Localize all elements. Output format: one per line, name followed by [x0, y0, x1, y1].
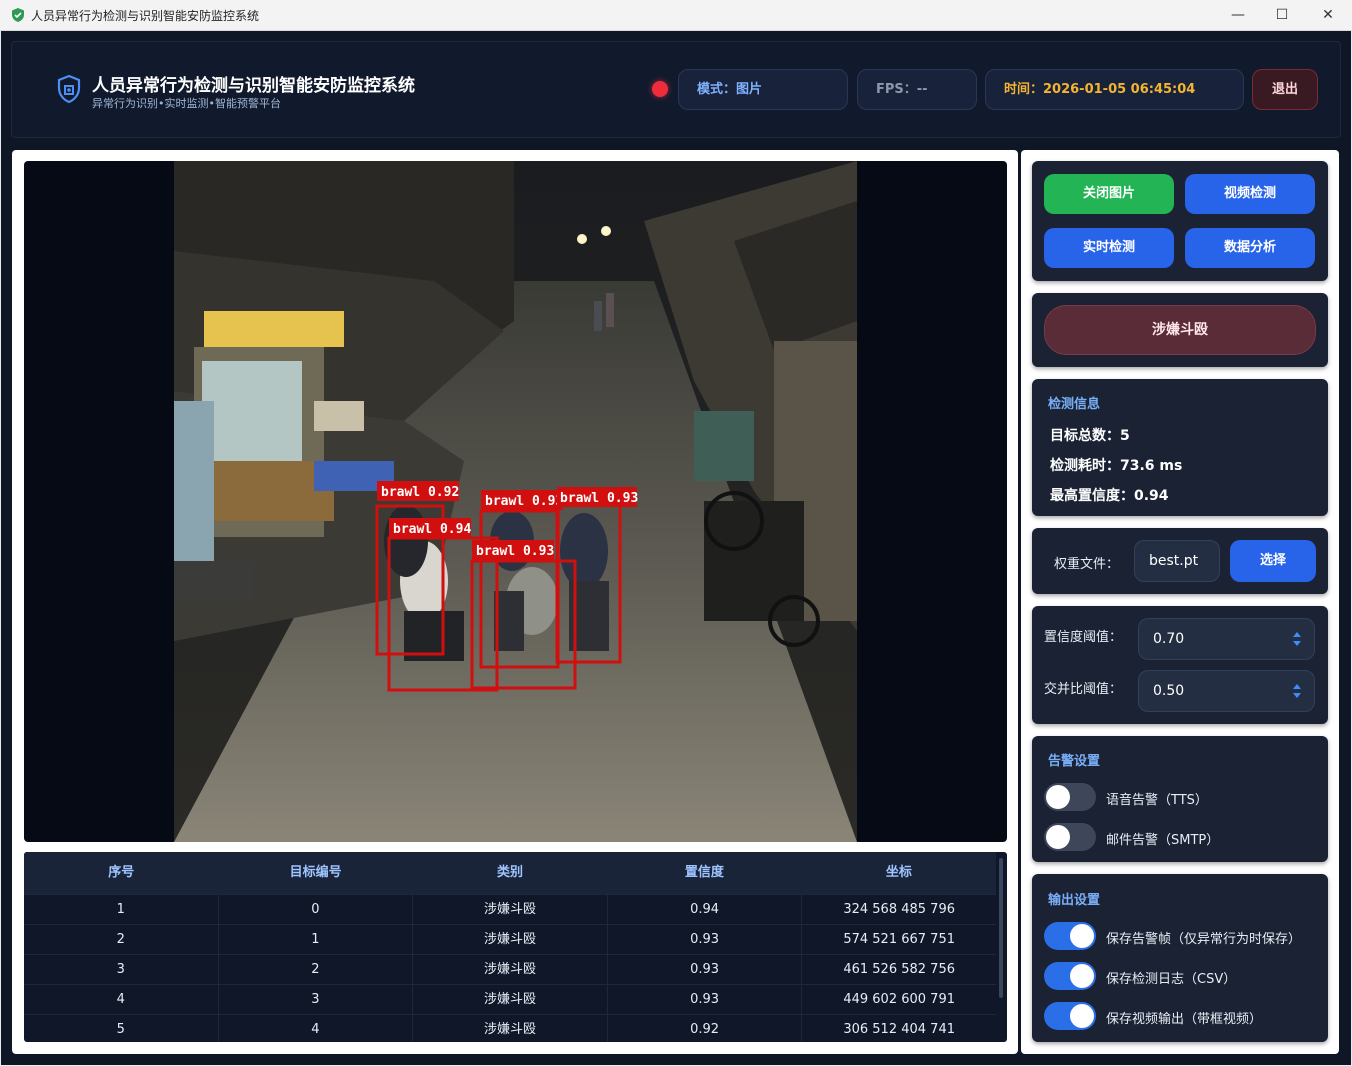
- smtp-toggle[interactable]: [1044, 823, 1096, 851]
- save-log-toggle[interactable]: [1044, 962, 1096, 990]
- output-settings-title: 输出设置: [1048, 893, 1101, 908]
- iou-threshold-label: 交并比阈值：: [1044, 682, 1123, 697]
- save-video-toggle[interactable]: [1044, 1002, 1096, 1030]
- alert-status-button[interactable]: 涉嫌斗殴: [1044, 305, 1316, 355]
- page-subtitle: 异常行为识别•实时监测•智能预警平台: [92, 97, 281, 110]
- save-log-label: 保存检测日志（CSV）: [1106, 972, 1237, 987]
- save-video-label: 保存视频输出（带框视频）: [1106, 1012, 1263, 1027]
- table-row[interactable]: 3 2 涉嫌斗殴 0.93 461 526 582 756: [24, 954, 996, 984]
- table-cell: 涉嫌斗殴: [413, 895, 608, 924]
- save-frames-toggle[interactable]: [1044, 922, 1096, 950]
- data-analysis-button[interactable]: 数据分析: [1185, 228, 1315, 268]
- table-cell: 574 521 667 751: [843, 932, 955, 947]
- iou-threshold-value: 0.50: [1153, 683, 1185, 699]
- select-weights-button[interactable]: 选择: [1230, 540, 1316, 582]
- alert-card: 涉嫌斗殴: [1032, 293, 1328, 367]
- realtime-detect-button[interactable]: 实时检测: [1044, 228, 1174, 268]
- fps-badge: FPS：--: [857, 69, 977, 110]
- conf-threshold-spinbox[interactable]: 0.70: [1138, 618, 1315, 660]
- weights-label: 权重文件：: [1054, 557, 1120, 572]
- table-cell: 2: [219, 955, 414, 984]
- column-header[interactable]: 坐标: [802, 852, 996, 894]
- table-cell: 涉嫌斗殴: [413, 985, 608, 1014]
- smtp-label: 邮件告警（SMTP）: [1106, 833, 1220, 848]
- output-settings-card: 输出设置 保存告警帧（仅异常行为时保存） 保存检测日志（CSV） 保存视频输出（…: [1032, 874, 1328, 1042]
- close-image-button[interactable]: 关闭图片: [1044, 174, 1174, 214]
- table-cell: 涉嫌斗殴: [413, 1015, 608, 1042]
- tts-label: 语音告警（TTS）: [1106, 793, 1208, 808]
- table-cell: 0.92: [608, 1015, 803, 1042]
- status-indicator: [652, 81, 668, 97]
- table-cell: 0.93: [608, 925, 803, 954]
- table-row[interactable]: 4 3 涉嫌斗殴 0.93 449 602 600 791: [24, 984, 996, 1014]
- max-confidence: 最高置信度：0.94: [1050, 488, 1169, 504]
- detection-image: brawl 0.92 brawl 0.94 brawl 0.93 brawl 0…: [174, 161, 857, 842]
- page-title: 人员异常行为检测与识别智能安防监控系统: [92, 76, 415, 96]
- results-table: 序号 目标编号 类别 置信度 坐标 1 0 涉嫌斗殴 0.94 324 568 …: [24, 852, 1007, 1042]
- detection-label: brawl 0.93: [560, 491, 638, 506]
- threshold-card: 置信度阈值： 0.70 交并比阈值： 0.50: [1032, 606, 1328, 724]
- close-icon[interactable]: ✕: [1305, 0, 1351, 31]
- save-frames-label: 保存告警帧（仅异常行为时保存）: [1106, 932, 1302, 947]
- table-cell: 2: [24, 925, 219, 954]
- window-title: 人员异常行为检测与识别智能安防监控系统: [31, 9, 260, 23]
- weights-file-field[interactable]: best.pt: [1134, 540, 1220, 582]
- spin-arrows-icon[interactable]: [1292, 629, 1302, 649]
- column-header[interactable]: 类别: [413, 852, 607, 894]
- table-cell: 0: [219, 895, 414, 924]
- table-cell: 324 568 485 796: [843, 902, 955, 917]
- maximize-icon[interactable]: ☐: [1259, 0, 1305, 31]
- detect-info-card: 检测信息 目标总数：5 检测耗时：73.6 ms 最高置信度：0.94: [1032, 379, 1328, 516]
- table-row[interactable]: 1 0 涉嫌斗殴 0.94 324 568 485 796: [24, 894, 996, 924]
- table-cell: 0.93: [608, 955, 803, 984]
- table-header: 序号 目标编号 类别 置信度 坐标: [24, 852, 996, 894]
- table-cell: 5: [24, 1015, 219, 1042]
- conf-threshold-value: 0.70: [1153, 631, 1185, 647]
- detection-label: brawl 0.93: [485, 494, 563, 509]
- window-titlebar: 人员异常行为检测与识别智能安防监控系统 — ☐ ✕: [0, 0, 1352, 31]
- detect-info-title: 检测信息: [1048, 397, 1101, 412]
- conf-threshold-label: 置信度阈值：: [1044, 630, 1123, 645]
- detection-label: brawl 0.93: [476, 544, 554, 559]
- table-cell: 1: [219, 925, 414, 954]
- table-cell: 3: [24, 955, 219, 984]
- detect-time: 检测耗时：73.6 ms: [1050, 458, 1183, 474]
- table-cell: 4: [24, 985, 219, 1014]
- control-card: 关闭图片 视频检测 实时检测 数据分析: [1032, 161, 1328, 281]
- column-header[interactable]: 序号: [24, 852, 218, 894]
- shield-app-icon: [12, 8, 24, 22]
- table-cell: 0.94: [608, 895, 803, 924]
- iou-threshold-spinbox[interactable]: 0.50: [1138, 670, 1315, 712]
- table-cell: 1: [24, 895, 219, 924]
- table-cell: 0.93: [608, 985, 803, 1014]
- detection-label: brawl 0.92: [381, 485, 459, 500]
- tts-toggle[interactable]: [1044, 783, 1096, 811]
- minimize-icon[interactable]: —: [1215, 0, 1261, 31]
- alarm-settings-title: 告警设置: [1048, 754, 1101, 769]
- target-count: 目标总数：5: [1050, 428, 1130, 444]
- app-header: 人员异常行为检测与识别智能安防监控系统 异常行为识别•实时监测•智能预警平台 模…: [11, 41, 1341, 138]
- column-header[interactable]: 置信度: [607, 852, 801, 894]
- video-detect-button[interactable]: 视频检测: [1185, 174, 1315, 214]
- column-header[interactable]: 目标编号: [218, 852, 412, 894]
- alarm-settings-card: 告警设置 语音告警（TTS） 邮件告警（SMTP）: [1032, 736, 1328, 862]
- time-badge: 时间：2026-01-05 06:45:04: [985, 69, 1244, 110]
- table-cell: 涉嫌斗殴: [413, 925, 608, 954]
- table-row[interactable]: 2 1 涉嫌斗殴 0.93 574 521 667 751: [24, 924, 996, 954]
- exit-button[interactable]: 退出: [1252, 69, 1318, 110]
- weights-card: 权重文件： best.pt 选择: [1032, 528, 1328, 594]
- shield-logo-icon: [57, 74, 81, 104]
- table-scrollbar[interactable]: [999, 858, 1003, 998]
- table-cell: 4: [219, 1015, 414, 1042]
- spin-arrows-icon[interactable]: [1292, 681, 1302, 701]
- table-cell: 3: [219, 985, 414, 1014]
- mode-badge: 模式：图片: [678, 69, 848, 110]
- detection-label: brawl 0.94: [393, 522, 471, 537]
- table-row[interactable]: 5 4 涉嫌斗殴 0.92 306 512 404 741: [24, 1014, 996, 1042]
- table-cell: 306 512 404 741: [843, 1022, 955, 1037]
- table-cell: 461 526 582 756: [843, 962, 955, 977]
- table-cell: 涉嫌斗殴: [413, 955, 608, 984]
- table-cell: 449 602 600 791: [843, 992, 955, 1007]
